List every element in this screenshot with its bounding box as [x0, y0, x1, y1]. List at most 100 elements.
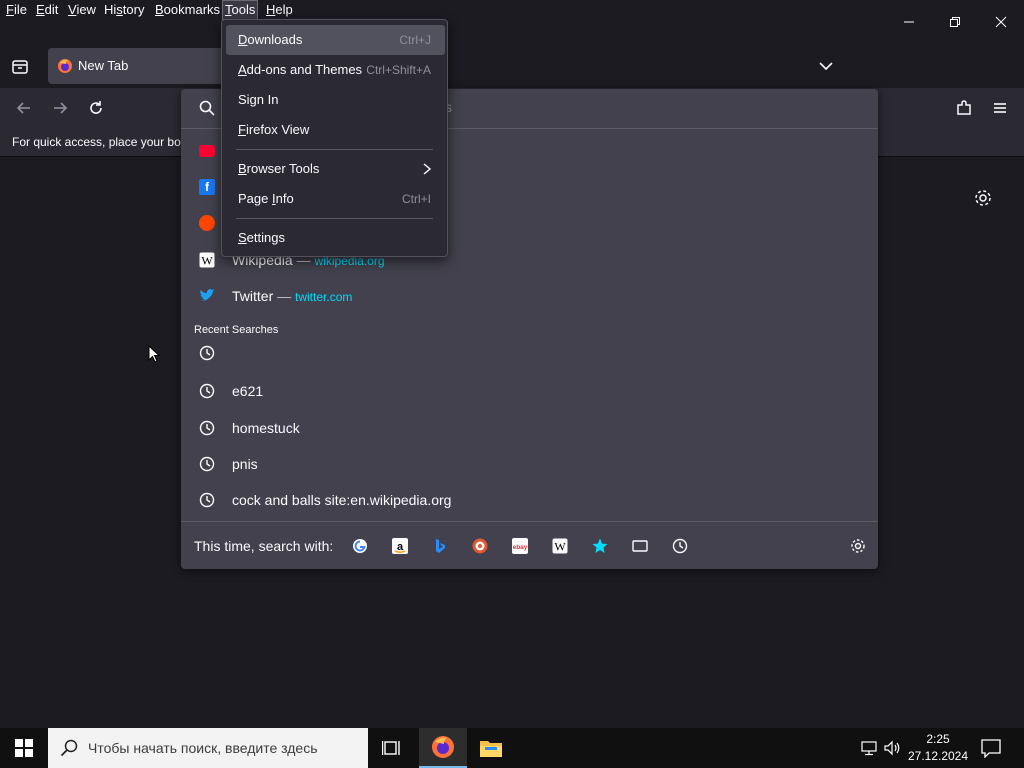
menu-view[interactable]: View: [66, 0, 98, 20]
app-menu-button[interactable]: [986, 94, 1014, 122]
extensions-button[interactable]: [950, 94, 978, 122]
menuitem-label: Page Info: [238, 184, 294, 214]
youtube-icon[interactable]: [199, 145, 215, 157]
one-off-search-label: This time, search with:: [194, 538, 334, 554]
volume-button[interactable]: [884, 740, 902, 756]
shortcut-row-twitter[interactable]: Twitter — twitter.com: [181, 278, 878, 314]
menu-separator: [236, 218, 433, 219]
label-accel: B: [238, 161, 247, 176]
menuitem-firefox-view[interactable]: Firefox View: [226, 115, 445, 145]
twitter-icon: [200, 289, 215, 301]
reload-button[interactable]: [82, 94, 110, 122]
menuitem-sign-in[interactable]: Sign In: [226, 85, 445, 115]
tools-menu-popup: Downloads Ctrl+J Add-ons and Themes Ctrl…: [221, 19, 448, 257]
restore-button[interactable]: [940, 8, 970, 36]
history-clock-icon[interactable]: [672, 538, 688, 554]
menuitem-shortcut: Ctrl+Shift+A: [366, 63, 431, 77]
clock-icon: [199, 383, 215, 399]
back-button[interactable]: [10, 94, 38, 122]
taskbar-file-explorer-app[interactable]: [467, 728, 515, 768]
shortcut-name: Twitter: [232, 288, 274, 304]
menuitem-label: Settings: [238, 223, 285, 253]
network-icon: [861, 741, 877, 756]
taskbar-search-icon: [60, 739, 78, 757]
label-accel: S: [238, 230, 247, 245]
chevron-down-icon: [819, 62, 833, 71]
menu-separator: [236, 149, 433, 150]
taskbar-search-box[interactable]: Чтобы начать поиск, введите здесь: [48, 728, 368, 768]
network-button[interactable]: [860, 740, 878, 756]
menu-edit[interactable]: Edit: [34, 0, 60, 20]
menuitem-addons-themes[interactable]: Add-ons and Themes Ctrl+Shift+A: [226, 55, 445, 85]
recent-search-row[interactable]: [181, 335, 878, 371]
forward-button[interactable]: [46, 94, 74, 122]
action-center-button[interactable]: [980, 738, 1002, 758]
recent-search-text: pnis: [232, 456, 258, 472]
clock-time[interactable]: 2:25: [910, 732, 966, 746]
firefox-view-button[interactable]: [10, 57, 30, 77]
menu-tools[interactable]: Tools: [222, 0, 259, 20]
firefox-view-icon: [12, 60, 28, 74]
wikipedia-search-icon[interactable]: W: [552, 538, 568, 554]
menu-history-rest: tory: [122, 2, 145, 17]
duckduckgo-icon[interactable]: [472, 538, 488, 554]
recent-search-row[interactable]: pnis: [181, 446, 878, 482]
start-button[interactable]: [0, 728, 48, 768]
recent-search-row[interactable]: cock and balls site:en.wikipedia.org: [181, 482, 878, 518]
bing-icon[interactable]: [432, 538, 448, 554]
google-icon[interactable]: [352, 538, 368, 554]
menuitem-browser-tools[interactable]: Browser Tools: [226, 154, 445, 184]
menu-tools-rest: ools: [231, 2, 256, 17]
search-settings-gear-icon[interactable]: [850, 538, 866, 554]
reddit-icon[interactable]: [199, 215, 215, 231]
menu-help-rest: elp: [275, 2, 293, 17]
menuitem-page-info[interactable]: Page Info Ctrl+I: [226, 184, 445, 214]
firefox-taskbar-icon: [432, 736, 454, 758]
menu-history[interactable]: History: [102, 0, 146, 20]
folder-icon: [480, 741, 502, 757]
facebook-icon[interactable]: f: [199, 179, 215, 195]
menu-bookmarks-rest: ookmarks: [163, 2, 221, 17]
speaker-icon: [884, 740, 900, 756]
menu-bookmarks-accel: B: [155, 2, 164, 17]
close-window-button[interactable]: [986, 8, 1016, 36]
taskbar-firefox-app[interactable]: [419, 728, 467, 768]
clock-date[interactable]: 27.12.2024: [906, 749, 970, 763]
minimize-button[interactable]: [894, 8, 924, 36]
tab-new-tab[interactable]: New Tab: [48, 48, 228, 84]
amazon-icon[interactable]: a: [392, 538, 408, 554]
recent-search-row[interactable]: homestuck: [181, 410, 878, 446]
ebay-icon[interactable]: ebay: [512, 538, 528, 554]
label-part: dd-ons and Themes: [246, 62, 363, 77]
task-view-button[interactable]: [368, 728, 416, 768]
taskbar-search-placeholder: Чтобы начать поиск, введите здесь: [88, 740, 318, 756]
newtab-settings-button[interactable]: [972, 187, 994, 209]
menu-help-accel: H: [266, 2, 276, 17]
menuitem-downloads[interactable]: Downloads Ctrl+J: [226, 25, 445, 55]
search-icon: [199, 100, 215, 116]
menu-bookmarks[interactable]: Bookmarks: [153, 0, 222, 20]
wikipedia-icon: W: [199, 252, 215, 268]
shortcut-url: twitter.com: [295, 290, 353, 304]
label-part: ownloads: [247, 32, 303, 47]
list-all-tabs-button[interactable]: [814, 56, 838, 76]
menuitem-label: Browser Tools: [238, 154, 319, 184]
bookmarks-star-icon[interactable]: [592, 538, 608, 554]
shortcut-label: Twitter — twitter.com: [232, 278, 352, 315]
one-off-search-bar: This time, search with: a ebay W: [181, 521, 878, 569]
tabs-icon[interactable]: [632, 538, 648, 554]
menuitem-settings[interactable]: Settings: [226, 223, 445, 253]
label-part: ettings: [246, 230, 285, 245]
restore-icon: [950, 17, 960, 27]
recent-search-row[interactable]: e621: [181, 373, 878, 409]
menu-bar: File Edit View History Bookmarks Tools H…: [0, 0, 1024, 20]
svg-text:ebay: ebay: [513, 544, 528, 551]
firefox-icon: [58, 59, 72, 73]
menu-file[interactable]: File: [4, 0, 29, 20]
bookmarks-hint-text: For quick access, place your boo: [12, 135, 188, 149]
mouse-cursor-icon: [148, 345, 160, 363]
notification-icon: [981, 739, 1001, 758]
windows-taskbar: Чтобы начать поиск, введите здесь 2:25 2…: [0, 728, 1024, 768]
menu-help[interactable]: Help: [264, 0, 295, 20]
menuitem-label: Downloads: [238, 25, 302, 55]
